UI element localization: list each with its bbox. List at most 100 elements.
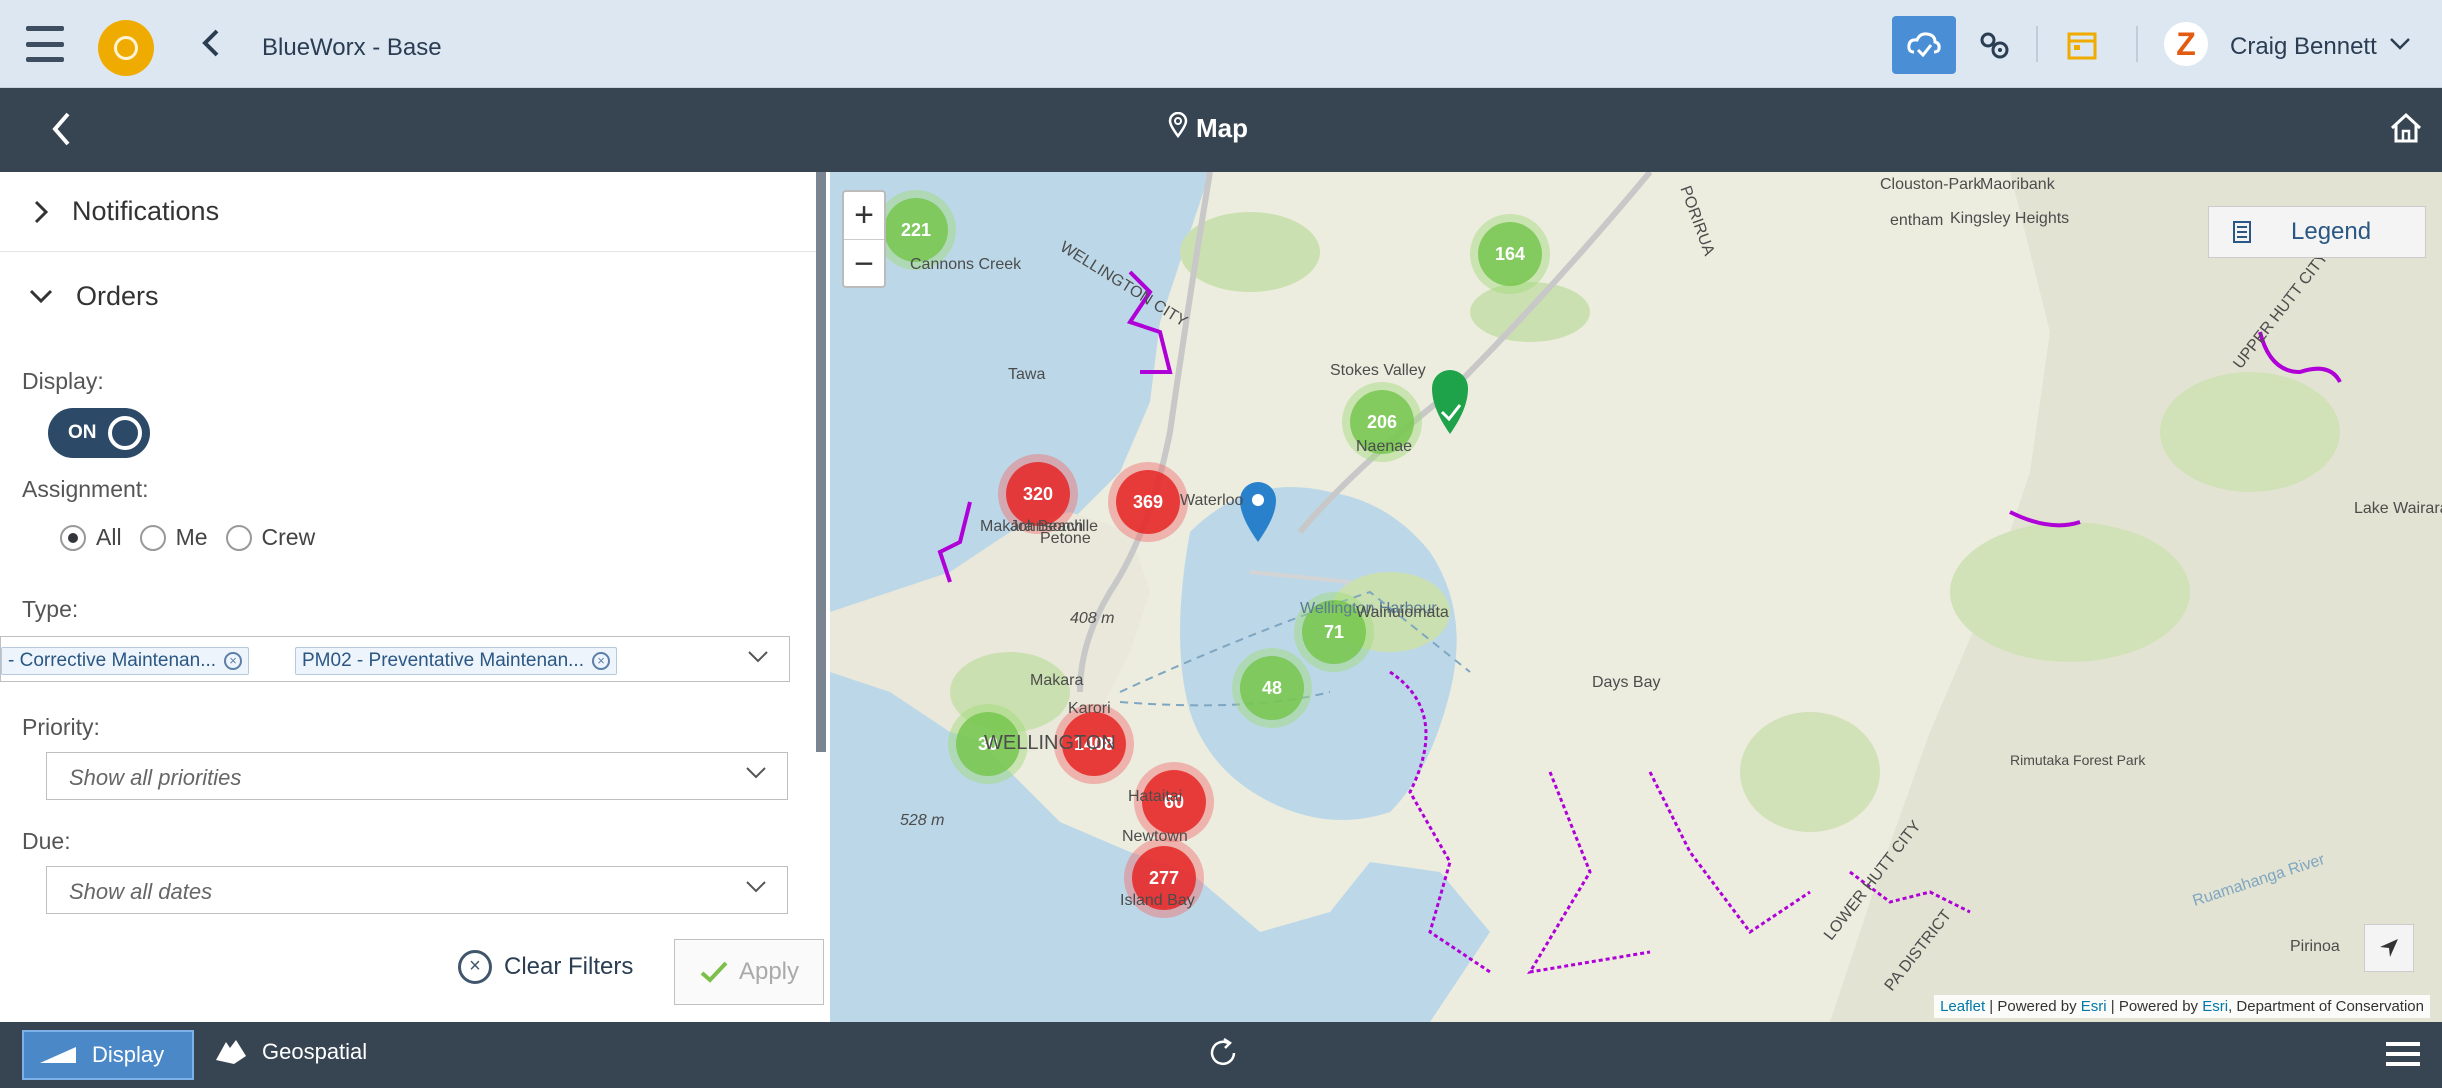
- display-toggle[interactable]: ON: [48, 408, 150, 458]
- chevron-right-icon: [34, 200, 49, 223]
- attribution-text: | Powered by: [1985, 998, 2081, 1015]
- apply-button[interactable]: Apply: [674, 939, 824, 1005]
- place-label: Pirinoa: [2290, 938, 2340, 955]
- clear-filters-button[interactable]: × Clear Filters: [458, 950, 633, 984]
- type-token-label: - Corrective Maintenan...: [8, 650, 217, 671]
- orders-label: Orders: [76, 280, 159, 311]
- chevron-down-icon: [746, 767, 766, 779]
- place-label: Johnsonville: [1010, 518, 1099, 535]
- place-label: Maoribank: [1980, 176, 2055, 193]
- footer-toolbar: Display Geospatial: [0, 1022, 2442, 1088]
- map-cluster[interactable]: 369: [1116, 470, 1180, 534]
- chevron-down-icon[interactable]: [747, 650, 769, 664]
- remove-token-icon[interactable]: ×: [591, 652, 610, 670]
- place-label: Lake Wairarapa: [2354, 500, 2442, 517]
- map-view[interactable]: 221 164 206 320 369 71 48 30 1408 60 277…: [830, 172, 2442, 1022]
- place-label: entham: [1890, 212, 1944, 229]
- user-name[interactable]: Craig Bennett: [2230, 33, 2377, 61]
- locate-button[interactable]: [2364, 924, 2414, 972]
- radio-crew[interactable]: [225, 524, 252, 551]
- geospatial-label: Geospatial: [262, 1039, 368, 1064]
- notifications-section[interactable]: Notifications: [0, 172, 820, 252]
- checkmark-icon: [700, 961, 728, 983]
- filter-panel: Notifications Orders Display: ON Assignm…: [0, 172, 830, 1022]
- radio-all-label: All: [96, 524, 122, 550]
- back-icon[interactable]: [50, 110, 72, 148]
- type-token[interactable]: PM02 - Preventative Maintenan... ×: [295, 647, 617, 675]
- geospatial-icon: [216, 1040, 246, 1064]
- menu-icon[interactable]: [20, 26, 70, 62]
- place-label: 408 m: [1070, 610, 1115, 627]
- radio-me-label: Me: [175, 524, 208, 550]
- radio-me[interactable]: [139, 524, 166, 551]
- place-label: Kingsley Heights: [1950, 210, 2070, 227]
- radio-crew-label: Crew: [261, 524, 316, 550]
- map-cluster[interactable]: 320: [1006, 462, 1070, 526]
- place-label: Days Bay: [1592, 674, 1661, 691]
- divider: [2036, 26, 2038, 62]
- divider: [2136, 26, 2138, 62]
- place-label: Tawa: [1008, 366, 1046, 383]
- page-title: Map: [1168, 111, 1248, 145]
- place-label: Waterloo: [1180, 492, 1244, 509]
- place-label: Newtown: [1122, 828, 1188, 845]
- place-label: Makara: [1030, 672, 1084, 689]
- home-icon[interactable]: [2388, 110, 2424, 146]
- type-label: Type:: [22, 596, 79, 622]
- place-label: Karori: [1068, 700, 1111, 717]
- calendar-icon[interactable]: [2050, 16, 2114, 74]
- esri-link[interactable]: Esri: [2081, 998, 2107, 1015]
- assignment-radio-group: All Me Crew: [60, 524, 315, 551]
- page-header: Map: [0, 88, 2442, 172]
- leaflet-link[interactable]: Leaflet: [1940, 998, 1985, 1015]
- place-label: Naenae: [1356, 438, 1413, 455]
- sap-logo-icon[interactable]: [98, 20, 154, 76]
- map-attribution: Leaflet | Powered by Esri | Powered by E…: [1934, 995, 2430, 1018]
- place-label: Stokes Valley: [1330, 362, 1426, 379]
- gears-icon[interactable]: [1962, 16, 2026, 74]
- overflow-menu-icon[interactable]: [2386, 1040, 2420, 1068]
- remove-token-icon[interactable]: ×: [224, 652, 243, 670]
- panel-scrollbar[interactable]: [816, 172, 826, 752]
- attribution-text: , Department of Conservation: [2228, 998, 2424, 1015]
- due-label: Due:: [22, 828, 71, 854]
- legend-button[interactable]: Legend: [2208, 206, 2426, 258]
- esri-link[interactable]: Esri: [2202, 998, 2228, 1015]
- clear-icon: ×: [458, 950, 492, 984]
- chevron-down-icon[interactable]: [2388, 32, 2412, 59]
- orders-section[interactable]: Orders: [0, 256, 820, 336]
- map-cluster[interactable]: 164: [1478, 222, 1542, 286]
- due-placeholder: Show all dates: [69, 879, 213, 904]
- priority-label: Priority:: [22, 714, 100, 740]
- display-button[interactable]: Display: [22, 1030, 194, 1080]
- geospatial-button[interactable]: Geospatial: [214, 1038, 367, 1066]
- due-select[interactable]: Show all dates: [46, 866, 788, 914]
- map-cluster[interactable]: 48: [1240, 656, 1304, 720]
- type-multiselect[interactable]: - Corrective Maintenan... × PM02 - Preve…: [0, 636, 790, 682]
- refresh-icon[interactable]: [1206, 1036, 1240, 1070]
- radio-all[interactable]: [60, 524, 86, 551]
- page-title-text: Map: [1196, 113, 1248, 143]
- place-label: Island Bay: [1120, 892, 1195, 909]
- assignment-label: Assignment:: [22, 476, 149, 502]
- toggle-text: ON: [68, 422, 97, 443]
- back-icon[interactable]: [196, 28, 226, 58]
- display-label: Display:: [22, 368, 104, 394]
- cloud-sync-icon[interactable]: [1892, 16, 1956, 74]
- type-token-label: PM02 - Preventative Maintenan...: [302, 650, 584, 671]
- priority-select[interactable]: Show all priorities: [46, 752, 788, 800]
- place-label: Clouston-Park: [1880, 176, 1982, 193]
- zoom-out-button[interactable]: −: [844, 240, 884, 288]
- zoom-in-button[interactable]: +: [844, 192, 884, 240]
- type-token[interactable]: - Corrective Maintenan... ×: [1, 647, 250, 675]
- place-label: 528 m: [900, 812, 945, 829]
- place-label: WELLINGTON: [984, 732, 1116, 754]
- place-label: Hataitai: [1128, 788, 1183, 805]
- chevron-down-icon: [29, 289, 53, 304]
- avatar[interactable]: Z: [2164, 22, 2208, 66]
- map-cluster[interactable]: 221: [884, 198, 948, 262]
- priority-placeholder: Show all priorities: [69, 765, 242, 790]
- zoom-control: + −: [842, 190, 886, 288]
- legend-icon: [2233, 221, 2251, 243]
- apply-label: Apply: [738, 958, 800, 985]
